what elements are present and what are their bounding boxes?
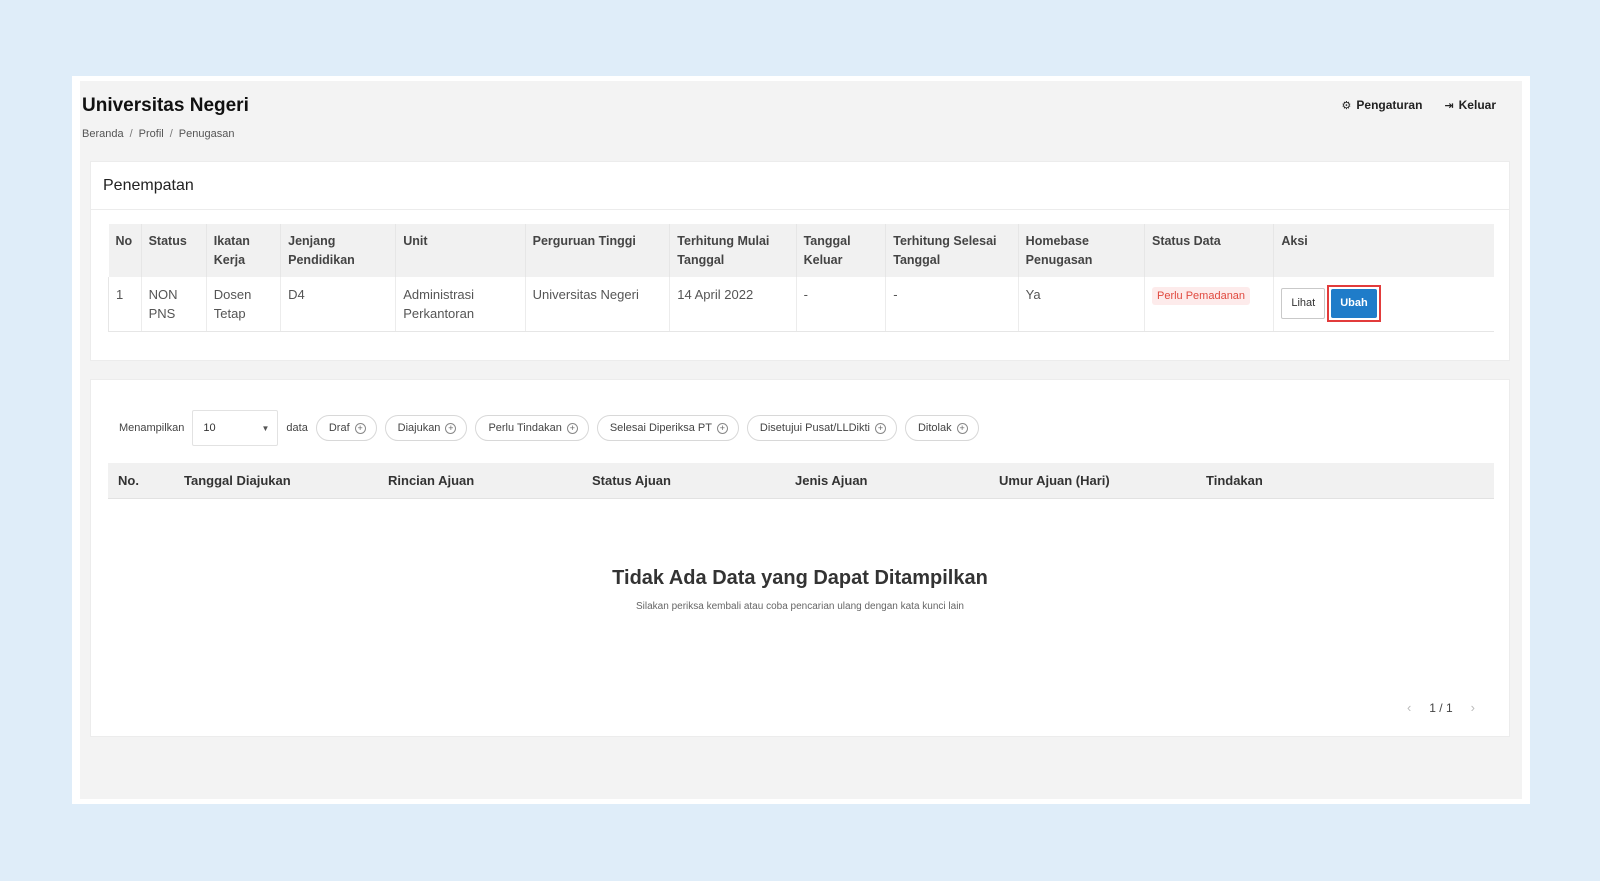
logout-button[interactable]: ⇥ Keluar xyxy=(1444,98,1496,112)
page-size-select[interactable]: 10 ▼ xyxy=(192,410,279,446)
pagination: ‹ 1 / 1 › xyxy=(1407,700,1475,715)
col-header-keluar: Tanggal Keluar xyxy=(796,224,887,277)
filter-disetujui[interactable]: Disetujui Pusat/LLDikti + xyxy=(746,415,897,441)
col-header-aksi: Aksi xyxy=(1273,224,1494,277)
filter-label: Selesai Diperiksa PT xyxy=(609,422,712,434)
col-header-tanggal-diajukan: Tanggal Diajukan xyxy=(184,473,291,488)
filter-perlu-tindakan[interactable]: Perlu Tindakan + xyxy=(475,415,589,441)
filter-ditolak[interactable]: Ditolak + xyxy=(904,415,979,441)
edit-button[interactable]: Ubah xyxy=(1331,289,1377,318)
cell-aksi: Lihat Ubah xyxy=(1273,277,1494,332)
sign-out-icon: ⇥ xyxy=(1444,98,1454,112)
settings-button[interactable]: ⚙ Pengaturan xyxy=(1342,98,1423,112)
col-header-unit: Unit xyxy=(395,224,526,277)
plus-circle-icon: + xyxy=(956,422,968,434)
data-label: data xyxy=(286,422,308,434)
filter-label: Draf xyxy=(328,422,350,434)
filter-label: Perlu Tindakan xyxy=(488,422,562,434)
placement-title: Penempatan xyxy=(103,177,194,194)
cell-keluar: - xyxy=(796,277,887,332)
breadcrumb: Beranda / Profil / Penugasan xyxy=(82,128,234,140)
edit-button-highlight: Ubah xyxy=(1327,285,1381,322)
breadcrumb-separator: / xyxy=(169,128,173,140)
cell-jenjang: D4 xyxy=(280,277,397,332)
col-header-umur-ajuan: Umur Ajuan (Hari) xyxy=(999,473,1110,488)
screen-frame: Universitas Negeri Beranda / Profil / Pe… xyxy=(72,76,1530,804)
page-indicator: 1 / 1 xyxy=(1429,700,1453,715)
breadcrumb-separator: / xyxy=(129,128,133,140)
submissions-table-header: No. Tanggal Diajukan Rincian Ajuan Statu… xyxy=(108,463,1494,499)
chevron-left-icon[interactable]: ‹ xyxy=(1407,700,1411,715)
chevron-right-icon[interactable]: › xyxy=(1471,700,1475,715)
cell-homebase: Ya xyxy=(1018,277,1145,332)
cell-no: 1 xyxy=(108,277,142,332)
empty-state-subtitle: Silakan periksa kembali atau coba pencar… xyxy=(636,601,964,612)
col-header-tindakan: Tindakan xyxy=(1206,473,1263,488)
filter-draf[interactable]: Draf + xyxy=(315,415,377,441)
cell-unit: Administrasi Perkantoran xyxy=(395,277,526,332)
page-size-value: 10 xyxy=(203,422,216,434)
filter-selesai-diperiksa[interactable]: Selesai Diperiksa PT + xyxy=(596,415,739,441)
table-row: 1 NON PNS Dosen Tetap D4 Administrasi Pe… xyxy=(108,277,1494,332)
breadcrumb-profil[interactable]: Profil xyxy=(139,128,164,140)
filter-label: Ditolak xyxy=(917,422,952,434)
col-header-no: No. xyxy=(118,473,139,488)
submissions-card: Menampilkan 10 ▼ data Draf + Diajukan + … xyxy=(90,379,1510,737)
filter-label: Disetujui Pusat/LLDikti xyxy=(759,422,870,434)
app-container: Universitas Negeri Beranda / Profil / Pe… xyxy=(80,81,1522,799)
plus-circle-icon: + xyxy=(445,422,457,434)
filter-label: Diajukan xyxy=(397,422,441,434)
empty-state-title: Tidak Ada Data yang Dapat Ditampilkan xyxy=(612,567,988,589)
col-header-jenjang: Jenjang Pendidikan xyxy=(280,224,397,277)
col-header-status-ajuan: Status Ajuan xyxy=(592,473,671,488)
app-title: Universitas Negeri xyxy=(82,95,249,116)
col-header-no: No xyxy=(108,224,142,277)
cell-status-data: Perlu Pemadanan xyxy=(1144,277,1275,332)
col-header-rincian-ajuan: Rincian Ajuan xyxy=(388,473,475,488)
cell-mulai: 14 April 2022 xyxy=(669,277,797,332)
settings-label: Pengaturan xyxy=(1356,98,1423,112)
filter-bar: Menampilkan 10 ▼ data Draf + Diajukan + … xyxy=(119,410,979,446)
cell-status: NON PNS xyxy=(141,277,207,332)
plus-circle-icon: + xyxy=(716,422,728,434)
placement-card: Penempatan No Status Ikatan Kerja Jenjan… xyxy=(90,161,1510,361)
cell-ikatan-kerja: Dosen Tetap xyxy=(206,277,282,332)
top-actions: ⚙ Pengaturan ⇥ Keluar xyxy=(1342,98,1496,112)
col-header-status-data: Status Data xyxy=(1144,224,1275,277)
breadcrumb-beranda[interactable]: Beranda xyxy=(82,128,124,140)
col-header-status: Status xyxy=(141,224,207,277)
view-button[interactable]: Lihat xyxy=(1281,288,1326,319)
divider xyxy=(91,209,1509,210)
col-header-jenis-ajuan: Jenis Ajuan xyxy=(795,473,868,488)
plus-circle-icon: + xyxy=(354,422,366,434)
logout-label: Keluar xyxy=(1458,98,1496,112)
breadcrumb-penugasan[interactable]: Penugasan xyxy=(179,128,235,140)
gear-icon: ⚙ xyxy=(1341,98,1352,112)
placement-table: No Status Ikatan Kerja Jenjang Pendidika… xyxy=(108,224,1494,332)
col-header-perguruan-tinggi: Perguruan Tinggi xyxy=(525,224,671,277)
plus-circle-icon: + xyxy=(874,422,886,434)
show-label: Menampilkan xyxy=(119,422,185,434)
col-header-mulai: Terhitung Mulai Tanggal xyxy=(669,224,797,277)
col-header-selesai: Terhitung Selesai Tanggal xyxy=(885,224,1019,277)
cell-perguruan-tinggi: Universitas Negeri xyxy=(525,277,671,332)
status-badge: Perlu Pemadanan xyxy=(1151,287,1251,305)
filter-diajukan[interactable]: Diajukan + xyxy=(384,415,468,441)
plus-circle-icon: + xyxy=(566,422,578,434)
cell-selesai: - xyxy=(885,277,1019,332)
col-header-homebase: Homebase Penugasan xyxy=(1018,224,1145,277)
caret-down-icon: ▼ xyxy=(261,423,270,433)
col-header-ikatan-kerja: Ikatan Kerja xyxy=(206,224,282,277)
